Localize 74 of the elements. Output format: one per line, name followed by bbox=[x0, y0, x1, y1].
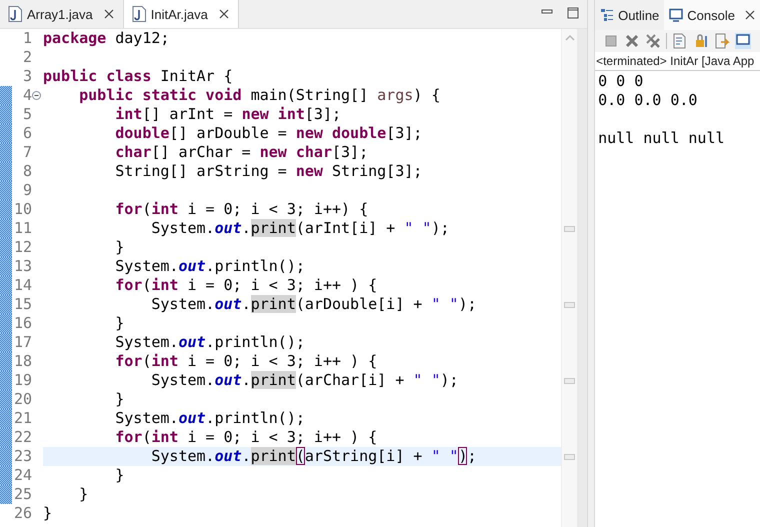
line-number: 4 bbox=[22, 86, 32, 105]
line-number: 8 bbox=[22, 162, 32, 181]
console-icon bbox=[669, 8, 684, 22]
code-line: public class InitAr { bbox=[43, 67, 233, 85]
code-line: System.out.print(arInt[i] + " "); bbox=[150, 219, 450, 237]
code-line: } bbox=[43, 504, 52, 522]
code-line: System.out.print(arString[i] + " "); bbox=[150, 447, 476, 465]
code-line: System.out.print(arDouble[i] + " "); bbox=[150, 295, 476, 313]
view-tab[interactable]: Outline bbox=[595, 0, 664, 30]
line-number: 10 bbox=[12, 200, 32, 219]
remove-icon[interactable] bbox=[624, 33, 640, 49]
line-number: 2 bbox=[22, 48, 32, 67]
scrollbar-track[interactable] bbox=[577, 29, 588, 527]
code-line: System.out.println(); bbox=[114, 333, 305, 351]
code-line: System.out.print(arChar[i] + " "); bbox=[150, 371, 458, 389]
code-line: int[] arInt = new int[3]; bbox=[114, 105, 342, 123]
code-line: double[] arDouble = new double[3]; bbox=[114, 124, 422, 142]
maximize-icon[interactable] bbox=[567, 7, 580, 19]
line-number: 23 bbox=[12, 447, 32, 466]
line-number: 14 bbox=[12, 276, 32, 295]
close-icon[interactable] bbox=[104, 9, 114, 19]
code-line: char[] arChar = new char[3]; bbox=[114, 143, 368, 161]
editor-tab[interactable]: InitAr.java bbox=[124, 0, 239, 28]
line-number: 20 bbox=[12, 390, 32, 409]
code-line: String[] arString = new String[3]; bbox=[114, 162, 422, 180]
console-output-line: null null null bbox=[598, 129, 725, 147]
line-number: 16 bbox=[12, 314, 32, 333]
code-line: } bbox=[114, 390, 124, 408]
console-output-line: 0 0 0 bbox=[598, 72, 644, 90]
line-number: 3 bbox=[22, 67, 32, 86]
line-number: 25 bbox=[12, 485, 32, 504]
view-tab[interactable]: Console bbox=[664, 0, 760, 30]
code-line: for(int i = 0; i < 3; i++ ) { bbox=[114, 352, 378, 370]
code-line: } bbox=[114, 314, 124, 332]
stop-icon[interactable] bbox=[603, 33, 620, 49]
code-line: } bbox=[78, 485, 88, 503]
code-line: for(int i = 0; i < 3; i++ ) { bbox=[114, 428, 378, 446]
pin-document-icon[interactable] bbox=[714, 33, 730, 49]
java-file-icon bbox=[8, 6, 22, 22]
outline-icon bbox=[600, 8, 614, 22]
document-icon[interactable] bbox=[672, 33, 688, 49]
close-icon[interactable] bbox=[745, 10, 755, 20]
line-number: 11 bbox=[12, 219, 32, 238]
code-line: for(int i = 0; i < 3; i++ ) { bbox=[114, 276, 378, 294]
code-line: for(int i = 0; i < 3; i++) { bbox=[114, 200, 368, 218]
lock-icon[interactable] bbox=[693, 33, 710, 49]
line-number: 18 bbox=[12, 352, 32, 371]
java-file-icon bbox=[132, 6, 146, 22]
line-number: 24 bbox=[12, 466, 32, 485]
code-line: } bbox=[114, 466, 124, 484]
remove-all-icon[interactable] bbox=[645, 33, 662, 49]
line-number: 5 bbox=[22, 105, 32, 124]
line-number: 12 bbox=[12, 238, 32, 257]
line-number: 19 bbox=[12, 371, 32, 390]
close-icon[interactable] bbox=[218, 9, 229, 19]
line-number: 26 bbox=[12, 504, 32, 523]
line-number: 22 bbox=[12, 428, 32, 447]
line-number: 21 bbox=[12, 409, 32, 428]
line-number: 17 bbox=[12, 333, 32, 352]
console-header: <terminated> InitAr [Java App bbox=[595, 52, 760, 71]
code-line: public static void main(String[] args) { bbox=[78, 86, 440, 104]
console-output-line: 0.0 0.0 0.0 bbox=[598, 91, 698, 109]
collapse-icon[interactable] bbox=[32, 91, 41, 100]
line-number: 15 bbox=[12, 295, 32, 314]
monitor-icon[interactable] bbox=[735, 33, 752, 49]
line-number: 9 bbox=[22, 181, 32, 200]
line-number: 13 bbox=[12, 257, 32, 276]
code-line: package day12; bbox=[43, 29, 170, 47]
line-number: 6 bbox=[22, 124, 32, 143]
line-number: 1 bbox=[22, 29, 32, 48]
code-line: } bbox=[114, 238, 124, 256]
code-line: System.out.println(); bbox=[114, 409, 305, 427]
line-number: 7 bbox=[22, 143, 32, 162]
code-line: System.out.println(); bbox=[114, 257, 305, 275]
